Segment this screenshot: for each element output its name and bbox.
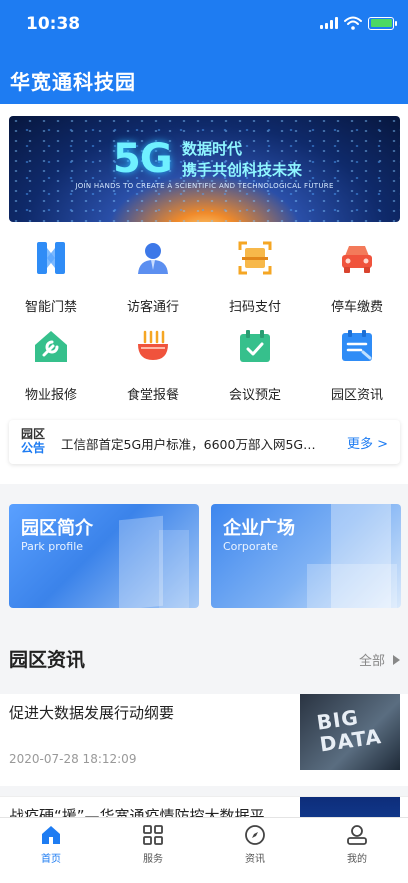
battery-icon	[368, 16, 397, 30]
service-canteen[interactable]: 食堂报餐	[102, 324, 204, 404]
service-label: 访客通行	[126, 300, 179, 315]
banner-5g: 5G	[113, 136, 173, 182]
service-parking[interactable]: 停车缴费	[306, 236, 408, 316]
chevron-right-icon	[393, 654, 400, 665]
repair-icon	[35, 331, 67, 362]
service-label: 物业报修	[24, 388, 77, 403]
tab-label: 服务	[143, 854, 163, 865]
hero-banner[interactable]: 5G 数据时代 携手共创科技未来 JOIN HANDS TO CREATE A …	[9, 116, 400, 222]
promo-subtitle: Park profile	[21, 540, 84, 553]
signal-icon	[320, 17, 338, 29]
news-all-label: 全部	[358, 654, 385, 669]
bottom-tab-bar: 首页 服务 资讯 我的	[0, 817, 408, 883]
service-label: 智能门禁	[24, 300, 77, 315]
banner-english: JOIN HANDS TO CREATE A SCIENTIFIC AND TE…	[75, 182, 334, 190]
news-item[interactable]: 促进大数据发展行动纲要 2020-07-28 18:12:09 BIG DATA	[0, 694, 408, 786]
tab-label: 资讯	[245, 854, 265, 865]
news-thumbnail: BIG DATA	[300, 694, 400, 770]
tab-services[interactable]: 服务	[102, 818, 204, 883]
corporate-card[interactable]: 企业广场 Corporate	[211, 504, 401, 608]
service-label: 园区资讯	[330, 388, 383, 403]
tab-label: 首页	[41, 854, 61, 865]
promo-title: 园区简介	[21, 518, 93, 539]
grid-icon	[143, 825, 163, 845]
service-label: 停车缴费	[330, 300, 383, 315]
service-scan-pay[interactable]: 扫码支付	[204, 236, 306, 316]
home-icon	[42, 826, 60, 844]
compass-icon	[245, 825, 265, 845]
promo-subtitle: Corporate	[223, 540, 278, 553]
service-visitor[interactable]: 访客通行	[102, 236, 204, 316]
news-all-link[interactable]: 全部	[359, 650, 400, 669]
service-label: 食堂报餐	[126, 388, 179, 403]
tab-news[interactable]: 资讯	[204, 818, 306, 883]
tab-profile[interactable]: 我的	[306, 818, 408, 883]
meeting-icon	[240, 330, 270, 362]
thumbnail-text: BIG DATA	[315, 705, 384, 757]
app-header: 10:38 华宽通科技园	[0, 0, 408, 104]
promo-title: 企业广场	[223, 518, 295, 539]
tab-home[interactable]: 首页	[0, 818, 102, 883]
banner-line1: 数据时代	[182, 140, 243, 158]
announcement-bar[interactable]: 园区 公告 工信部首定5G用户标准，6600万部入网5G… 更多 >	[9, 420, 400, 464]
service-label: 会议预定	[228, 388, 281, 403]
news-title: 促进大数据发展行动纲要	[9, 704, 175, 722]
status-icons	[320, 16, 397, 30]
news-date: 2020-07-28 18:12:09	[9, 752, 137, 766]
canteen-icon	[138, 330, 168, 360]
tab-label: 我的	[347, 854, 367, 865]
service-meeting[interactable]: 会议预定	[204, 324, 306, 404]
scan-pay-icon	[238, 241, 272, 275]
service-repair[interactable]: 物业报修	[0, 324, 102, 404]
park-profile-card[interactable]: 园区简介 Park profile	[9, 504, 199, 608]
status-bar: 10:38	[0, 0, 408, 48]
park-news-icon	[342, 330, 372, 361]
service-label: 扫码支付	[228, 300, 281, 315]
parking-icon	[342, 246, 372, 273]
announcement-more-link[interactable]: 更多 >	[347, 433, 388, 452]
status-time: 10:38	[26, 14, 81, 34]
banner-line2: 携手共创科技未来	[182, 161, 303, 179]
smart-gate-icon	[37, 242, 65, 274]
announcement-logo: 园区 公告	[21, 427, 46, 455]
news-heading: 园区资讯	[9, 649, 86, 671]
service-smart-gate[interactable]: 智能门禁	[0, 236, 102, 316]
service-park-news[interactable]: 园区资讯	[306, 324, 408, 404]
user-icon	[347, 825, 367, 845]
announcement-text: 工信部首定5G用户标准，6600万部入网5G…	[61, 437, 316, 452]
visitor-icon	[138, 243, 168, 274]
wifi-icon	[344, 16, 362, 30]
app-title: 华宽通科技园	[10, 70, 136, 94]
